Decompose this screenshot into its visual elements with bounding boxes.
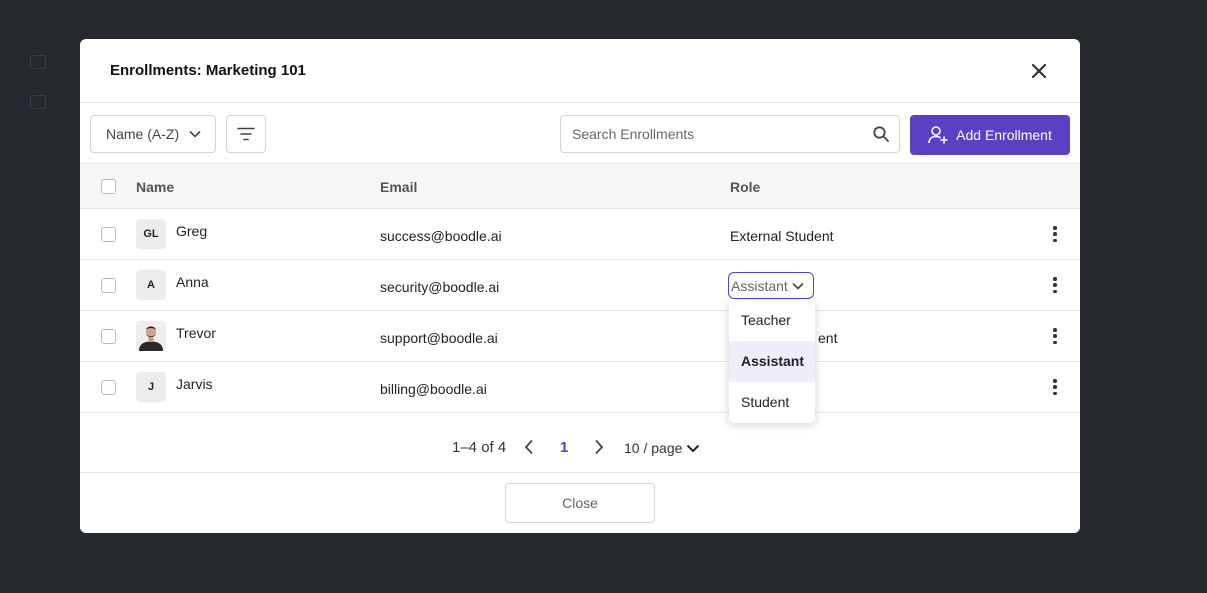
add-enrollment-label: Add Enrollment [956, 127, 1052, 143]
row-checkbox[interactable] [101, 380, 116, 395]
row-role[interactable]: External Student [730, 228, 834, 244]
role-select-value: Assistant [731, 277, 788, 294]
row-email: success@boodle.ai [380, 228, 502, 244]
page-number-current[interactable]: 1 [560, 439, 568, 456]
role-option-teacher[interactable]: Teacher [729, 300, 815, 341]
sort-select-value: Name (A-Z) [106, 126, 180, 142]
sort-select[interactable]: Name (A-Z) [90, 115, 216, 153]
table-header: Name Email Role [80, 164, 1080, 209]
add-enrollment-button[interactable]: Add Enrollment [910, 115, 1070, 155]
modal-footer: Close [80, 473, 1080, 533]
page-size-value: 10 / page [624, 440, 683, 456]
row-name: Trevor [176, 325, 216, 341]
pagination: 1–4 of 4 1 10 / page [80, 413, 1080, 473]
header-name[interactable]: Name [136, 179, 174, 195]
chevron-right-icon[interactable] [594, 439, 604, 459]
sidebar-laptop-icon[interactable] [30, 55, 46, 69]
row-email: billing@boodle.ai [380, 381, 487, 397]
more-options-icon[interactable] [1052, 277, 1058, 293]
search-box [560, 115, 900, 153]
row-checkbox[interactable] [101, 227, 116, 242]
chevron-down-icon [189, 130, 201, 138]
avatar: A [136, 270, 166, 300]
table-row: Trevor support@boodle.ai ent [80, 311, 1080, 362]
role-option-assistant[interactable]: Assistant [729, 341, 815, 382]
enrollments-modal: Enrollments: Marketing 101 Name (A-Z) Ad… [80, 39, 1080, 533]
more-options-icon[interactable] [1052, 328, 1058, 344]
row-role[interactable]: ent [818, 330, 837, 346]
header-role[interactable]: Role [730, 179, 760, 195]
row-email: support@boodle.ai [380, 330, 498, 346]
row-checkbox[interactable] [101, 329, 116, 344]
toolbar: Name (A-Z) Add Enrollment [80, 103, 1080, 164]
role-option-student[interactable]: Student [729, 382, 815, 423]
table-row: A Anna security@boodle.ai Assistant [80, 260, 1080, 311]
avatar: J [136, 372, 166, 402]
avatar [136, 321, 166, 351]
add-user-icon [928, 126, 948, 144]
table-row: J Jarvis billing@boodle.ai [80, 362, 1080, 413]
filter-button[interactable] [226, 115, 266, 153]
row-email: security@boodle.ai [380, 279, 500, 295]
table-row: GL Greg success@boodle.ai External Stude… [80, 209, 1080, 260]
close-icon[interactable] [1028, 60, 1050, 82]
search-input[interactable] [572, 126, 873, 142]
row-name: Greg [176, 223, 208, 239]
modal-header: Enrollments: Marketing 101 [80, 39, 1080, 103]
row-checkbox[interactable] [101, 278, 116, 293]
role-select[interactable]: Assistant [728, 272, 814, 299]
pagination-range: 1–4 of 4 [452, 439, 507, 456]
chevron-left-icon[interactable] [524, 439, 534, 459]
page-size-select[interactable]: 10 / page [624, 440, 700, 456]
chevron-down-icon [687, 444, 700, 452]
modal-title: Enrollments: Marketing 101 [110, 62, 306, 79]
more-options-icon[interactable] [1052, 226, 1058, 242]
more-options-icon[interactable] [1052, 379, 1058, 395]
row-name: Anna [176, 274, 209, 290]
filter-icon [237, 127, 255, 141]
sidebar-calendar-icon[interactable] [30, 95, 46, 109]
close-button[interactable]: Close [505, 483, 655, 523]
user-photo-icon [136, 321, 166, 351]
avatar: GL [136, 219, 166, 249]
chevron-down-icon [792, 282, 804, 290]
header-email[interactable]: Email [380, 179, 417, 195]
select-all-checkbox[interactable] [101, 179, 116, 194]
role-dropdown-menu: Teacher Assistant Student [729, 300, 815, 423]
search-icon[interactable] [873, 126, 889, 142]
row-name: Jarvis [176, 376, 213, 392]
